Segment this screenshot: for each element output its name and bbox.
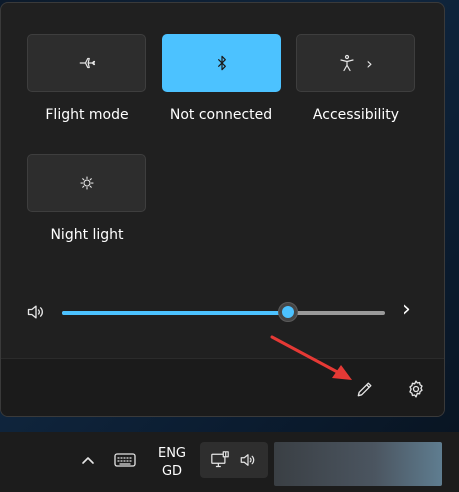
clock-area[interactable] (274, 442, 442, 486)
night-light-icon (78, 174, 96, 192)
language-indicator[interactable]: ENG GD (150, 445, 194, 481)
volume-slider-fill (62, 311, 289, 315)
bluetooth-toggle[interactable] (162, 34, 281, 92)
gear-icon[interactable] (406, 379, 426, 399)
flight-mode-label: Flight mode (45, 107, 129, 123)
language-code: ENG (157, 446, 186, 461)
volume-slider-thumb[interactable] (278, 302, 299, 322)
taskbar: ENG GD (0, 432, 459, 492)
accessibility-icon (338, 54, 356, 72)
keyboard-layout-code: GD (161, 464, 183, 479)
flight-mode-toggle[interactable] (27, 34, 146, 92)
night-light-label: Night light (50, 227, 124, 243)
keyboard-icon[interactable] (114, 452, 136, 468)
quick-settings-footer (1, 358, 444, 416)
accessibility-tile[interactable]: › (296, 34, 415, 92)
bluetooth-label: Not connected (169, 107, 273, 123)
bluetooth-icon (214, 54, 230, 72)
quick-settings-panel: Flight mode Not connected › Accessibilit… (0, 2, 445, 417)
volume-slider-track[interactable] (62, 302, 385, 322)
caret-up-icon[interactable] (80, 454, 96, 466)
network-volume-tray[interactable] (200, 442, 268, 478)
speaker-icon (238, 451, 258, 469)
volume-expand-chevron-icon[interactable]: › (402, 298, 411, 322)
pencil-icon[interactable] (355, 379, 375, 399)
speaker-icon[interactable] (25, 302, 47, 322)
volume-slider-row: › (1, 293, 444, 329)
night-light-toggle[interactable] (27, 154, 146, 212)
network-icon (210, 451, 230, 469)
chevron-right-icon: › (366, 53, 373, 73)
accessibility-label: Accessibility (312, 107, 400, 123)
airplane-icon (78, 54, 96, 72)
volume-slider-thumb-center (282, 306, 295, 318)
